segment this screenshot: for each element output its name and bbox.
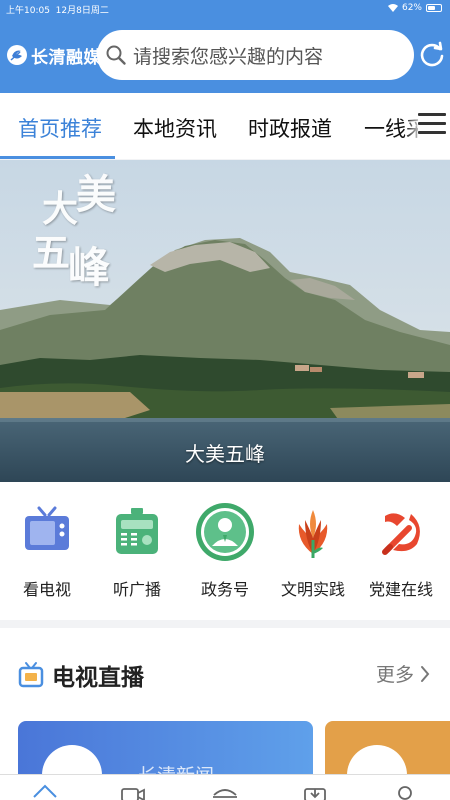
quick-item-government[interactable]: 政务号 — [180, 502, 270, 600]
tv-icon — [25, 506, 69, 550]
video-icon[interactable] — [120, 783, 146, 800]
service-icon[interactable] — [212, 783, 238, 800]
more-label: 更多 — [375, 664, 414, 686]
status-bar: 上午10:05 12月8日周二 62% — [0, 0, 450, 18]
quick-item-radio[interactable]: 听广播 — [92, 502, 182, 600]
section-title: 电视直播 — [52, 665, 144, 691]
refresh-icon[interactable] — [418, 40, 446, 68]
brand-name: 长清融媒 — [31, 47, 101, 68]
search-placeholder: 请搜索您感兴趣的内容 — [133, 45, 324, 68]
quick-item-party[interactable]: 党建在线 — [356, 502, 446, 600]
status-time: 上午10:05 12月8日周二 — [6, 6, 109, 16]
status-right: 62% — [387, 3, 442, 13]
category-tabs: 首页推荐 本地资讯 时政报道 一线采 — [0, 93, 450, 159]
search-icon — [106, 45, 126, 65]
banner-carousel[interactable]: 大 美 五 峰 大美五峰 — [0, 160, 450, 482]
more-link[interactable]: 更多 — [376, 660, 430, 687]
home-icon[interactable] — [32, 783, 58, 800]
battery-icon — [426, 4, 442, 12]
quick-label: 看电视 — [22, 580, 71, 599]
search-box[interactable]: 请搜索您感兴趣的内容 — [97, 30, 414, 80]
tab-recommend[interactable]: 首页推荐 — [18, 113, 102, 143]
calligraphy-feng: 峰 — [68, 243, 111, 292]
person-icon — [196, 503, 254, 561]
banner-caption: 大美五峰 — [185, 442, 265, 466]
quick-access-grid: 看电视 听广播 政务号 文明实践 党建在线 — [0, 482, 450, 620]
quick-label: 文明实践 — [280, 580, 345, 599]
brand[interactable]: 长清融媒 — [6, 40, 101, 70]
tab-politics[interactable]: 时政报道 — [248, 113, 332, 143]
leaf-e-logo-icon — [7, 45, 27, 65]
tv-icon — [18, 662, 44, 688]
profile-icon[interactable] — [392, 783, 418, 800]
calligraphy-wu: 五 — [32, 230, 71, 275]
active-tab-indicator — [0, 156, 115, 159]
quick-item-tv[interactable]: 看电视 — [2, 502, 92, 600]
quick-label: 党建在线 — [368, 580, 433, 599]
download-icon[interactable] — [302, 783, 328, 800]
channel-menu-icon[interactable] — [418, 113, 446, 139]
quick-label: 听广播 — [112, 580, 161, 599]
radio-icon — [116, 508, 158, 554]
calligraphy-mei: 美 — [76, 171, 116, 218]
party-emblem-icon — [382, 513, 420, 555]
top-bar: 上午10:05 12月8日周二 62% 长清融媒 请搜索您感兴趣的内容 — [0, 0, 450, 93]
battery-percent: 62% — [401, 3, 422, 13]
section-header: 电视直播 — [18, 658, 144, 692]
flame-icon — [298, 510, 328, 558]
quick-label: 政务号 — [200, 580, 249, 599]
chevron-right-icon — [421, 665, 430, 682]
wifi-icon — [387, 4, 398, 12]
tab-local-news[interactable]: 本地资讯 — [133, 113, 217, 143]
quick-item-civilization[interactable]: 文明实践 — [268, 502, 358, 600]
bottom-nav — [0, 774, 450, 800]
